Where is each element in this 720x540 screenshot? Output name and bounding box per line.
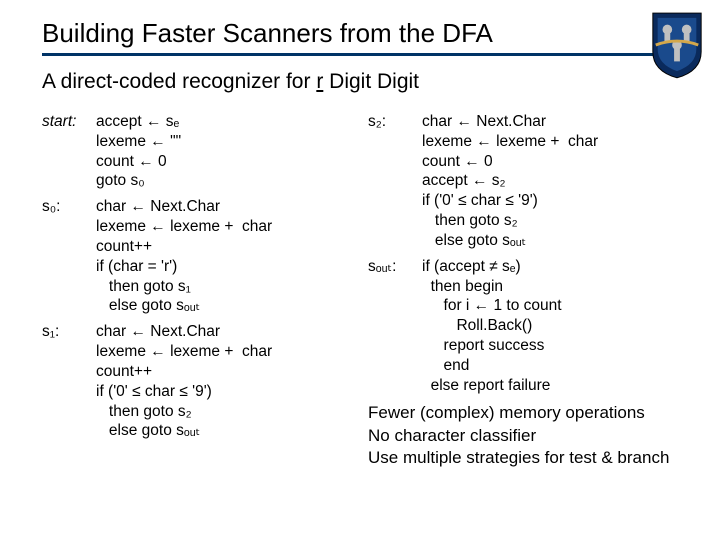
- block-start: start:accept ← sₑ lexeme ← "" count ← 0 …: [42, 112, 352, 191]
- title-rule: [42, 53, 678, 56]
- subtitle-suffix: Digit Digit: [323, 70, 419, 93]
- body-s1: char ← Next.Char lexeme ← lexeme + char …: [96, 322, 272, 441]
- note-2: No character classifier: [368, 425, 678, 448]
- label-s2: s₂:: [368, 112, 422, 132]
- slide-subtitle: A direct-coded recognizer for r Digit Di…: [42, 70, 678, 94]
- body-s0: char ← Next.Char lexeme ← lexeme + char …: [96, 197, 272, 316]
- label-sout: sₒᵤₜ:: [368, 257, 422, 277]
- subtitle-prefix: A direct-coded recognizer for: [42, 70, 316, 93]
- label-start: start:: [42, 112, 96, 132]
- note-1: Fewer (complex) memory operations: [368, 402, 678, 425]
- slide-title: Building Faster Scanners from the DFA: [42, 18, 678, 49]
- label-s0: s₀:: [42, 197, 96, 217]
- code-columns: start:accept ← sₑ lexeme ← "" count ← 0 …: [42, 112, 678, 470]
- block-s0: s₀:char ← Next.Char lexeme ← lexeme + ch…: [42, 197, 352, 316]
- block-s1: s₁:char ← Next.Char lexeme ← lexeme + ch…: [42, 322, 352, 441]
- body-sout: if (accept ≠ sₑ) then begin for i ← 1 to…: [422, 257, 562, 396]
- label-s1: s₁:: [42, 322, 96, 342]
- shield-logo-icon: [648, 8, 706, 80]
- notes: Fewer (complex) memory operations No cha…: [368, 402, 678, 471]
- body-s2: char ← Next.Char lexeme ← lexeme + char …: [422, 112, 598, 251]
- block-sout: sₒᵤₜ:if (accept ≠ sₑ) then begin for i ←…: [368, 257, 678, 396]
- note-3: Use multiple strategies for test & branc…: [368, 447, 678, 470]
- left-column: start:accept ← sₑ lexeme ← "" count ← 0 …: [42, 112, 352, 470]
- body-start: accept ← sₑ lexeme ← "" count ← 0 goto s…: [96, 112, 181, 191]
- block-s2: s₂:char ← Next.Char lexeme ← lexeme + ch…: [368, 112, 678, 251]
- right-column: s₂:char ← Next.Char lexeme ← lexeme + ch…: [368, 112, 678, 470]
